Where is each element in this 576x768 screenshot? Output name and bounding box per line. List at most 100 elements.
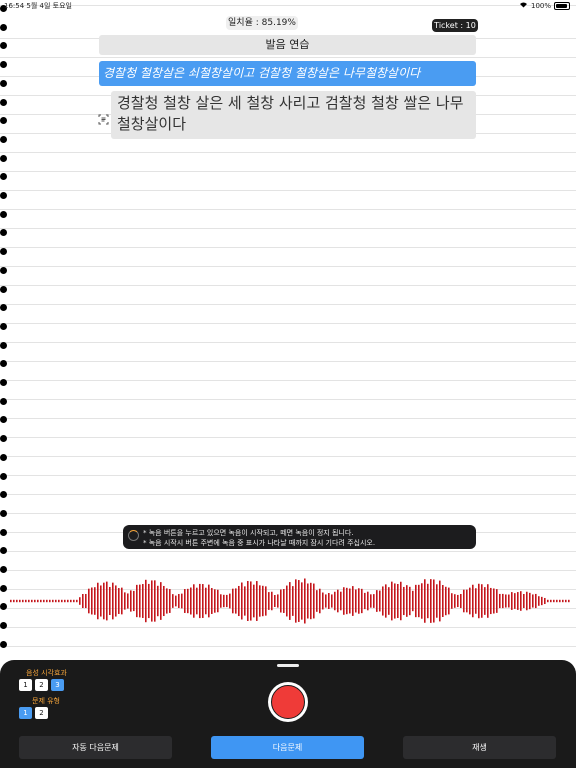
waveform-bar [295,579,297,623]
waveform-bar [385,584,387,618]
waveform-bar [439,580,441,622]
waveform-bar [547,599,549,603]
voice-effect-option-1[interactable]: 1 [19,679,32,691]
waveform-bar [442,585,444,617]
voice-effect-option-3[interactable]: 3 [51,679,64,691]
waveform-bar [268,592,270,610]
waveform-bar [52,599,54,603]
hint-line-1: * 녹음 버튼을 누르고 있으면 녹음이 시작되고, 떼면 녹음이 정지 됩니다… [143,529,354,537]
status-bar: 16:54 5월 4일 토요일 100% [0,0,576,12]
waveform-bar [445,586,447,616]
question-type-option-1[interactable]: 1 [19,707,32,719]
waveform-bar [193,584,195,618]
waveform-bar [517,592,519,610]
waveform-bar [382,586,384,616]
wifi-icon [519,0,528,12]
waveform-bar [433,579,435,623]
binder-hole [0,547,7,555]
waveform-bar [40,599,42,603]
waveform-bar [214,589,216,613]
waveform-bar [46,599,48,603]
waveform-bar [424,579,426,623]
waveform-bar [235,588,237,614]
waveform-bar [451,593,453,609]
waveform-bar [34,599,36,603]
waveform-bar [553,599,555,603]
waveform-bar [232,588,234,614]
waveform-bar [304,578,306,624]
record-button[interactable] [268,682,308,722]
waveform-bar [220,594,222,608]
waveform-bar [88,588,90,614]
waveform-bar [85,593,87,609]
waveform-bar [244,586,246,616]
waveform-bar [418,584,420,618]
waveform-bar [160,582,162,620]
waveform-bar [472,584,474,618]
status-date: 5월 4일 토요일 [26,2,72,10]
binder-hole [0,379,7,386]
waveform-bar [163,585,165,617]
waveform-bar [448,587,450,615]
waveform-bar [565,599,567,603]
next-question-button[interactable]: 다음문제 [211,736,364,759]
waveform-bar [301,582,303,620]
waveform-bar [340,591,342,611]
binder-hole [0,23,7,31]
ticket-badge[interactable]: Ticket : 10 [432,19,478,32]
play-button[interactable]: 재생 [403,736,556,759]
waveform-bar [28,599,30,603]
waveform-bar [256,581,258,621]
waveform-bar [79,597,81,605]
voice-effect-option-2[interactable]: 2 [35,679,48,691]
waveform-bar [394,583,396,619]
waveform-bar [400,581,402,621]
waveform-bar [112,582,114,620]
loading-spinner-icon [128,530,139,541]
waveform-bar [196,587,198,615]
waveform-bar [97,582,99,620]
waveform-bar [529,592,531,610]
status-time: 16:54 [4,2,25,10]
auto-next-button[interactable]: 자동 다음문제 [19,736,172,759]
waveform-bar [100,585,102,617]
question-type-option-2[interactable]: 2 [35,707,48,719]
binder-hole [0,98,7,106]
waveform-bar [262,585,264,617]
waveform-bar [463,589,465,613]
waveform-bar [373,594,375,608]
waveform-bar [550,599,552,603]
waveform-bar [541,596,543,606]
waveform-bar [118,588,120,614]
waveform-bar [511,592,513,610]
binder-hole [0,435,7,443]
waveform-bar [13,599,15,603]
waveform-bar [559,599,561,603]
waveform-bar [412,590,414,612]
waveform-bar [250,581,252,621]
waveform-bar [283,589,285,613]
drag-handle[interactable] [277,664,299,667]
waveform-bar [331,594,333,608]
waveform-bar [379,590,381,612]
binder-hole [0,491,7,499]
waveform-bar [568,599,570,603]
waveform-bar [499,593,501,609]
binder-hole [0,79,7,87]
waveform-bar [115,585,117,617]
waveform-bar [337,589,339,613]
waveform-bar [202,584,204,618]
waveform-bar [208,584,210,618]
waveform-bar [187,588,189,614]
waveform-bar [367,591,369,611]
waveform-bar [16,599,18,603]
waveform-bar [247,581,249,621]
waveform-bar [58,599,60,603]
binder-hole [0,509,7,517]
waveform-bar [406,585,408,617]
waveform-bar [469,587,471,615]
waveform-bar [352,586,354,616]
waveform-bar [169,589,171,613]
text-scan-icon[interactable] [98,110,109,125]
waveform-bar [31,599,33,603]
